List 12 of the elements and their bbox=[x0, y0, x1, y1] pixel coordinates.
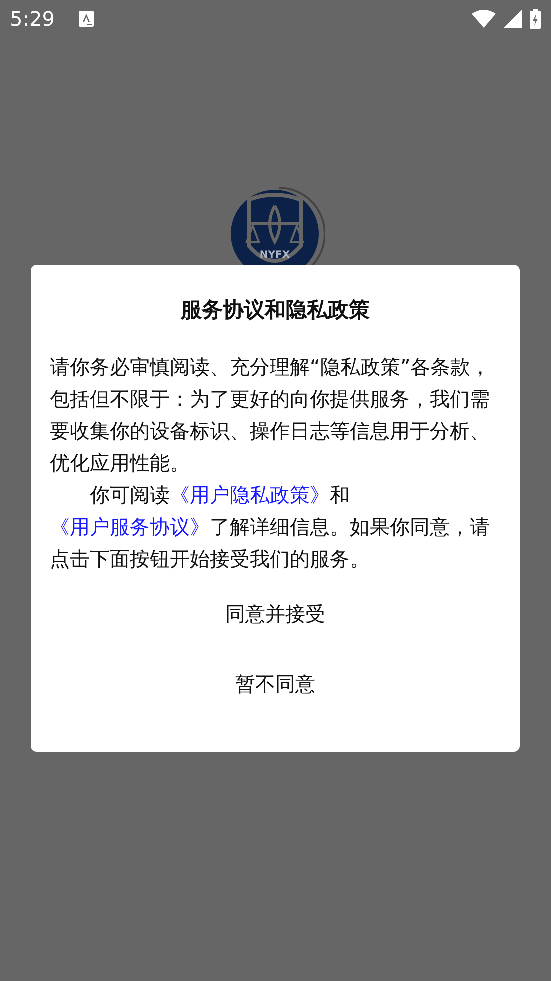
policy-link[interactable]: 《用户服务协议》 bbox=[50, 514, 210, 538]
wifi-icon bbox=[472, 10, 496, 28]
signal-icon bbox=[504, 10, 522, 28]
dialog-title: 服务协议和隐私政策 bbox=[180, 297, 371, 324]
keyboard-notification-icon bbox=[78, 11, 94, 27]
paragraph: 请你务必审慎阅读、充分理解“隐私政策”各条款，包括但不限于：为了更好的向你提供服务，我们需要收集你的设备标识、操作日志等信息用于分析、优化应用性能。 bbox=[50, 354, 492, 476]
policy-link[interactable]: 《用户隐私政策》 bbox=[170, 482, 330, 506]
decline-button[interactable]: 暂不同意 bbox=[216, 660, 336, 706]
agree-button[interactable]: 同意并接受 bbox=[206, 590, 346, 636]
clock-time: 5:29 bbox=[10, 6, 55, 33]
paragraph: 你可阅读《用户隐私政策》和 《用户服务协议》了解详细信息。如果你同意，请点击下面按钮开始接受我们的服务。 bbox=[50, 482, 491, 572]
battery-charging-icon bbox=[530, 9, 541, 29]
